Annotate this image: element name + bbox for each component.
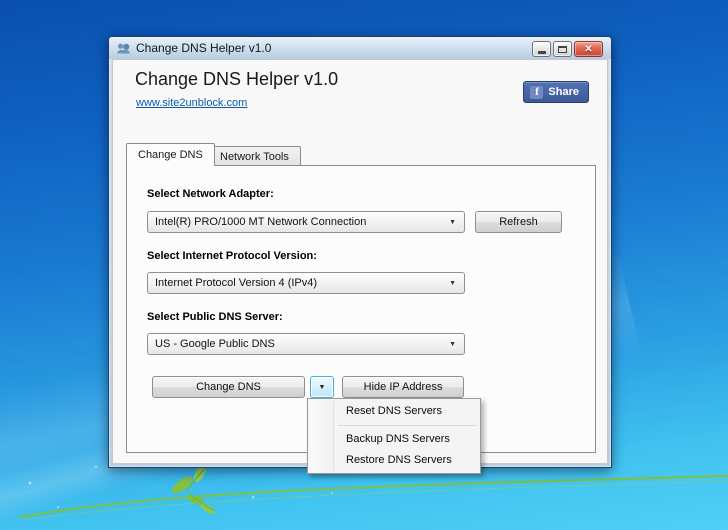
hide-ip-address-button[interactable]: Hide IP Address [342,376,464,398]
menu-item-backup-dns[interactable]: Backup DNS Servers [308,429,480,450]
window-titlebar[interactable]: Change DNS Helper v1.0 ✕ [109,37,611,59]
dns-server-value: US - Google Public DNS [155,338,275,350]
dns-server-select[interactable]: US - Google Public DNS ▼ [147,333,465,355]
tab-change-dns[interactable]: Change DNS [126,143,215,166]
network-adapter-value: Intel(R) PRO/1000 MT Network Connection [155,216,366,228]
website-link[interactable]: www.site2unblock.com [136,97,247,109]
tab-network-tools[interactable]: Network Tools [208,146,301,166]
dns-actions-popup-menu: Reset DNS Servers Backup DNS Servers Res… [307,398,481,474]
protocol-version-value: Internet Protocol Version 4 (IPv4) [155,277,317,289]
caption-buttons: ✕ [532,41,603,57]
close-button[interactable]: ✕ [574,41,603,57]
window-title: Change DNS Helper v1.0 [136,41,271,55]
network-adapter-select[interactable]: Intel(R) PRO/1000 MT Network Connection … [147,211,465,233]
change-dns-button[interactable]: Change DNS [152,376,305,398]
refresh-button[interactable]: Refresh [475,211,562,233]
chevron-down-icon: ▼ [449,341,456,348]
dns-server-label: Select Public DNS Server: [147,311,283,323]
facebook-share-button[interactable]: f Share [523,81,589,103]
facebook-icon: f [530,86,543,99]
maximize-button[interactable] [553,41,572,57]
tab-label: Network Tools [220,151,289,163]
network-adapter-label: Select Network Adapter: [147,188,274,200]
tab-label: Change DNS [138,149,203,161]
chevron-down-icon: ▼ [319,384,326,391]
menu-separator [338,425,477,426]
desktop-background: Change DNS Helper v1.0 ✕ Change DNS Help… [0,0,728,530]
chevron-down-icon: ▼ [449,219,456,226]
menu-item-restore-dns[interactable]: Restore DNS Servers [308,450,480,471]
change-dns-split-dropdown-button[interactable]: ▼ [310,376,334,398]
minimize-button[interactable] [532,41,551,57]
page-title: Change DNS Helper v1.0 [135,69,338,90]
protocol-version-select[interactable]: Internet Protocol Version 4 (IPv4) ▼ [147,272,465,294]
protocol-version-label: Select Internet Protocol Version: [147,250,317,262]
chevron-down-icon: ▼ [449,280,456,287]
close-icon: ✕ [584,44,592,55]
refresh-button-label: Refresh [499,216,538,228]
menu-item-reset-dns[interactable]: Reset DNS Servers [308,401,480,422]
change-dns-button-label: Change DNS [196,381,261,393]
app-icon [116,42,131,55]
hide-ip-button-label: Hide IP Address [364,381,443,393]
minimize-icon [538,51,546,54]
share-button-label: Share [548,86,579,98]
maximize-icon [558,46,567,53]
